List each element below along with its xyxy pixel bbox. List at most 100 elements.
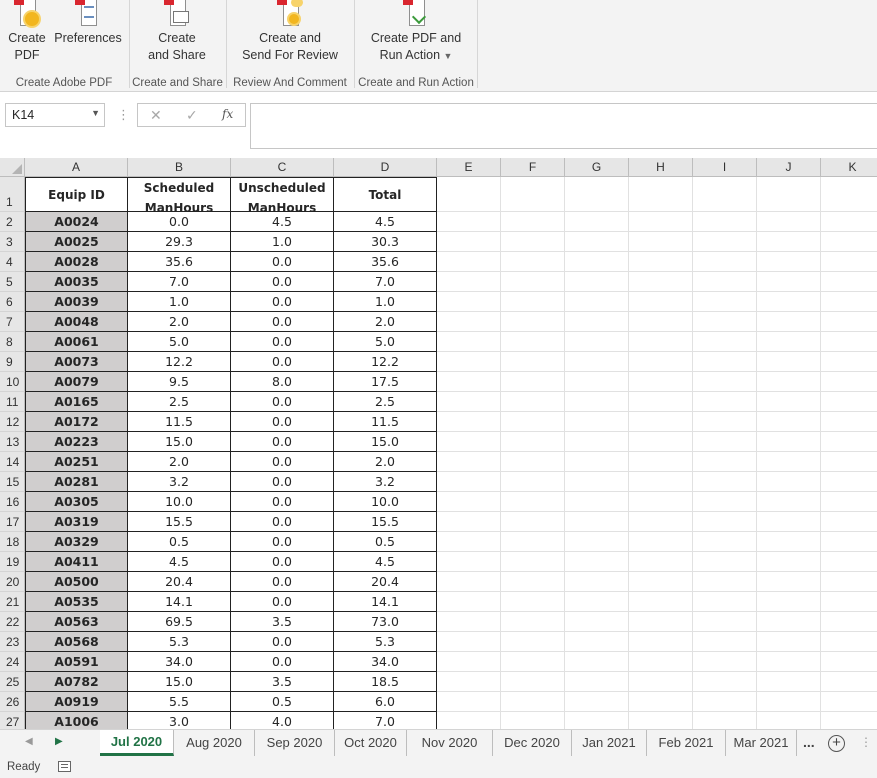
cell[interactable] — [501, 392, 565, 412]
cell[interactable] — [757, 372, 821, 392]
cell[interactable] — [629, 492, 693, 512]
scheduled-cell[interactable]: 0.5 — [128, 532, 231, 552]
row-header[interactable]: 8 — [0, 332, 25, 352]
cell[interactable] — [693, 532, 757, 552]
total-cell[interactable]: 20.4 — [334, 572, 437, 592]
total-cell[interactable]: 11.5 — [334, 412, 437, 432]
cell[interactable] — [501, 272, 565, 292]
cell[interactable] — [565, 252, 629, 272]
unscheduled-cell[interactable]: 0.0 — [231, 632, 334, 652]
cell[interactable] — [565, 272, 629, 292]
total-cell[interactable]: 34.0 — [334, 652, 437, 672]
cell[interactable] — [693, 492, 757, 512]
sheet-tab[interactable]: Feb 2021 — [647, 730, 726, 756]
cell[interactable] — [629, 692, 693, 712]
cell[interactable] — [501, 472, 565, 492]
cell[interactable] — [437, 292, 501, 312]
cell[interactable] — [757, 412, 821, 432]
cell[interactable] — [501, 572, 565, 592]
cell[interactable] — [629, 652, 693, 672]
row-header[interactable]: 6 — [0, 292, 25, 312]
row-header[interactable]: 26 — [0, 692, 25, 712]
row-header[interactable]: 5 — [0, 272, 25, 292]
cell[interactable] — [757, 552, 821, 572]
row-header[interactable]: 20 — [0, 572, 25, 592]
total-cell[interactable]: 30.3 — [334, 232, 437, 252]
cell[interactable] — [693, 452, 757, 472]
cell[interactable] — [437, 572, 501, 592]
cell[interactable] — [821, 177, 877, 212]
enter-icon[interactable]: ✓ — [186, 107, 198, 124]
unscheduled-cell[interactable]: 8.0 — [231, 372, 334, 392]
sheet-tab[interactable]: Nov 2020 — [407, 730, 493, 756]
equip-id-cell[interactable]: A0028 — [25, 252, 128, 272]
cell[interactable] — [437, 212, 501, 232]
unscheduled-cell[interactable]: 0.0 — [231, 512, 334, 532]
cell[interactable] — [757, 612, 821, 632]
total-cell[interactable]: 3.2 — [334, 472, 437, 492]
cell[interactable] — [501, 252, 565, 272]
total-cell[interactable]: 4.5 — [334, 212, 437, 232]
cell[interactable] — [629, 272, 693, 292]
cell[interactable] — [501, 177, 565, 212]
cell[interactable] — [565, 332, 629, 352]
cell[interactable] — [501, 492, 565, 512]
cell[interactable] — [757, 472, 821, 492]
header-unscheduled-manhours[interactable]: Unscheduled ManHours — [231, 177, 334, 212]
cell[interactable] — [629, 532, 693, 552]
scheduled-cell[interactable]: 2.5 — [128, 392, 231, 412]
total-cell[interactable]: 2.0 — [334, 312, 437, 332]
sheet-tab[interactable]: Sep 2020 — [255, 730, 335, 756]
cell[interactable] — [757, 512, 821, 532]
scheduled-cell[interactable]: 35.6 — [128, 252, 231, 272]
row-header[interactable]: 9 — [0, 352, 25, 372]
cell[interactable] — [565, 592, 629, 612]
equip-id-cell[interactable]: A0563 — [25, 612, 128, 632]
more-sheets-button[interactable]: ... — [803, 734, 815, 750]
scheduled-cell[interactable]: 20.4 — [128, 572, 231, 592]
cell[interactable] — [821, 612, 877, 632]
row-header[interactable]: 25 — [0, 672, 25, 692]
row-header[interactable]: 2 — [0, 212, 25, 232]
scheduled-cell[interactable]: 15.0 — [128, 432, 231, 452]
cell[interactable] — [629, 432, 693, 452]
cell[interactable] — [629, 632, 693, 652]
cell[interactable] — [693, 472, 757, 492]
cell[interactable] — [629, 512, 693, 532]
unscheduled-cell[interactable]: 0.0 — [231, 452, 334, 472]
unscheduled-cell[interactable]: 0.0 — [231, 592, 334, 612]
equip-id-cell[interactable]: A0079 — [25, 372, 128, 392]
cell[interactable] — [501, 512, 565, 532]
equip-id-cell[interactable]: A0411 — [25, 552, 128, 572]
cell[interactable] — [757, 212, 821, 232]
equip-id-cell[interactable]: A0591 — [25, 652, 128, 672]
row-header[interactable]: 21 — [0, 592, 25, 612]
equip-id-cell[interactable]: A0535 — [25, 592, 128, 612]
scheduled-cell[interactable]: 4.5 — [128, 552, 231, 572]
header-scheduled-manhours[interactable]: Scheduled ManHours — [128, 177, 231, 212]
cell[interactable] — [437, 632, 501, 652]
equip-id-cell[interactable]: A0305 — [25, 492, 128, 512]
cell[interactable] — [693, 672, 757, 692]
cell[interactable] — [821, 692, 877, 712]
scheduled-cell[interactable]: 29.3 — [128, 232, 231, 252]
cell[interactable] — [693, 177, 757, 212]
equip-id-cell[interactable]: A0048 — [25, 312, 128, 332]
cell[interactable] — [821, 312, 877, 332]
cell[interactable] — [437, 452, 501, 472]
cell[interactable] — [565, 692, 629, 712]
cell[interactable] — [757, 712, 821, 729]
add-sheet-button[interactable]: + — [828, 735, 845, 752]
cell[interactable] — [501, 412, 565, 432]
scheduled-cell[interactable]: 2.0 — [128, 312, 231, 332]
cell[interactable] — [437, 392, 501, 412]
cell[interactable] — [693, 352, 757, 372]
create-and-share-button[interactable]: Create and Share — [142, 0, 212, 64]
cell[interactable] — [757, 632, 821, 652]
scheduled-cell[interactable]: 69.5 — [128, 612, 231, 632]
cell[interactable] — [501, 232, 565, 252]
cell[interactable] — [821, 532, 877, 552]
total-cell[interactable]: 12.2 — [334, 352, 437, 372]
formula-bar-grip-icon[interactable]: ⋮ — [117, 107, 130, 123]
next-sheet-icon[interactable]: ▶ — [55, 736, 63, 747]
